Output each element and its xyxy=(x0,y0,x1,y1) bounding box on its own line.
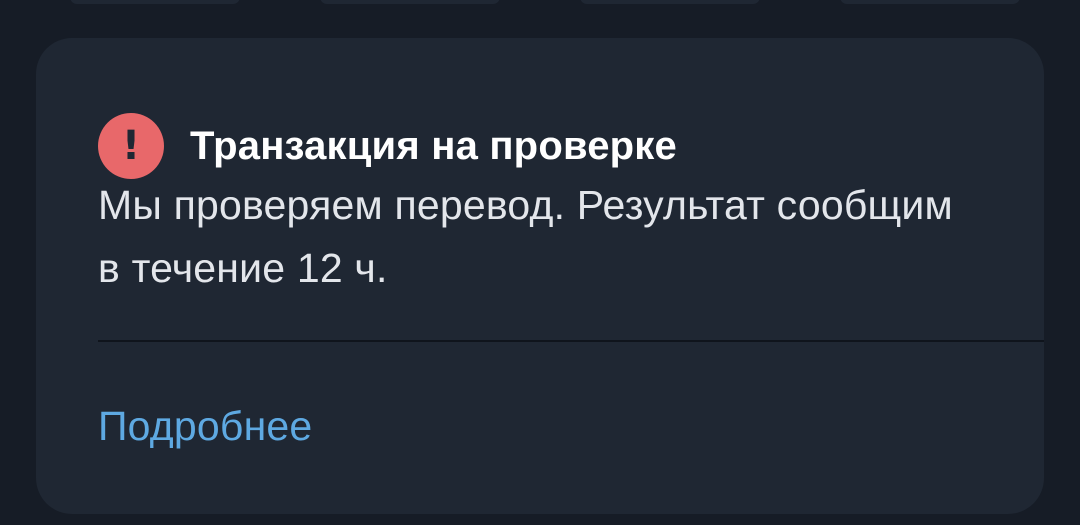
top-card-edge xyxy=(580,0,760,4)
alert-icon-glyph: ! xyxy=(121,123,141,169)
card-header: ! Транзакция на проверке xyxy=(98,113,677,179)
notification-title: Транзакция на проверке xyxy=(190,124,677,168)
top-card-edge xyxy=(840,0,1020,4)
top-card-edge xyxy=(320,0,500,4)
top-strip xyxy=(0,0,1080,6)
transaction-review-card: ! Транзакция на проверке Мы проверяем пе… xyxy=(36,38,1044,514)
details-link[interactable]: Подробнее xyxy=(98,406,312,447)
top-card-edge xyxy=(70,0,240,4)
divider xyxy=(98,340,1044,342)
notification-message: Мы проверяем перевод. Результат сообщим … xyxy=(98,182,953,291)
exclamation-alert-icon: ! xyxy=(98,113,164,179)
